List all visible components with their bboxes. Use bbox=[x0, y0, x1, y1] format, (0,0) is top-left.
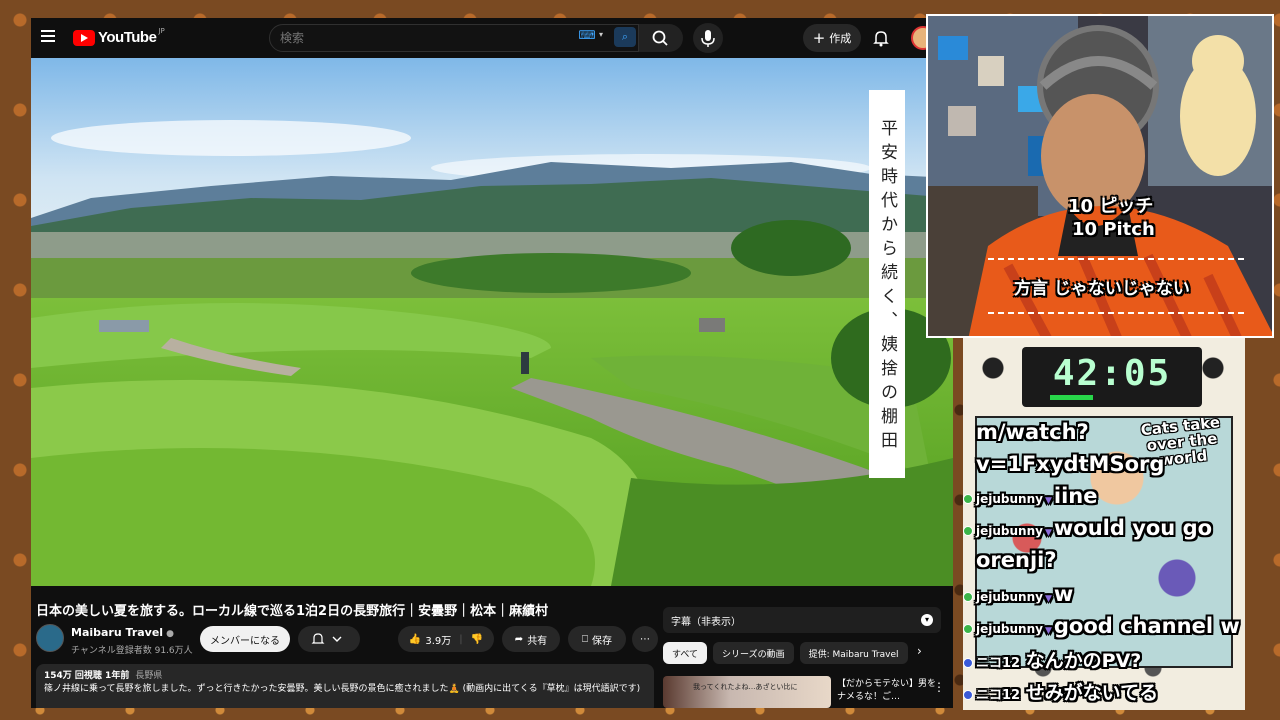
caption-line-3: 方言 じゃないじゃない bbox=[1014, 279, 1190, 299]
notifications-bell-icon[interactable] bbox=[871, 28, 891, 48]
chat-message: jejubunny ▼would you go bbox=[963, 516, 1212, 540]
location-tag[interactable]: 長野県 bbox=[135, 671, 162, 681]
chip-all[interactable]: すべて bbox=[663, 642, 708, 664]
search-input[interactable] bbox=[270, 25, 560, 51]
video-player[interactable]: 平安時代から続く、姨捨の棚田 bbox=[31, 58, 953, 586]
share-label: 共有 bbox=[527, 635, 548, 647]
recommended-video[interactable]: 我ってくれたよね…あざとい比に 【だからモテない】男をナメるな！ご… ⋮ bbox=[663, 676, 953, 708]
chevron-circle-icon: ▾ bbox=[921, 614, 933, 626]
chat-username: jejubunny bbox=[976, 524, 1043, 538]
chat-message: jejubunny ▼iine bbox=[963, 484, 1097, 508]
chat-message-text: w bbox=[1053, 582, 1074, 606]
user-badge-icon bbox=[963, 623, 973, 634]
moderator-icon: ▼ bbox=[1044, 626, 1052, 636]
chat-message: jejubunny ▼good channel w bbox=[963, 614, 1240, 638]
related-chips: すべて シリーズの動画 提供: Maibaru Travel bbox=[663, 642, 908, 666]
chat-username: ニコ12 bbox=[976, 688, 1021, 703]
youtube-logo[interactable]: YouTube JP bbox=[73, 26, 165, 46]
video-title: 日本の美しい夏を旅する。ローカル線で巡る1泊2日の長野旅行｜安曇野｜松本｜麻績村 bbox=[36, 604, 549, 619]
bookmark-icon: ⎕ bbox=[582, 633, 588, 645]
niconico-badge-icon bbox=[963, 657, 973, 668]
join-membership-button[interactable]: メンバーになる bbox=[200, 626, 290, 652]
subscriber-count: チャンネル登録者数 91.6万人 bbox=[71, 646, 193, 656]
chevron-right-icon[interactable]: › bbox=[917, 644, 922, 658]
video-side-title: 平安時代から続く、姨捨の棚田 bbox=[869, 90, 905, 478]
caption-line-2: 10 Pitch bbox=[1072, 219, 1155, 240]
chat-message: ニコ12 なんかのPV? bbox=[963, 646, 1141, 673]
user-badge-icon bbox=[963, 591, 973, 602]
timer-text: 42:05 bbox=[1052, 353, 1172, 394]
menu-icon[interactable] bbox=[41, 30, 55, 42]
search-button[interactable] bbox=[639, 24, 683, 52]
description-text: 篠ノ井線に乗って長野を旅しました。ずっと行きたかった安曇野。美しい長野の景色に癒… bbox=[44, 684, 641, 694]
subtitles-panel[interactable]: 字幕（非表示） ▾ bbox=[663, 607, 941, 633]
verified-icon: ● bbox=[166, 629, 174, 639]
subscription-bell-button[interactable] bbox=[298, 626, 360, 652]
chevron-down-icon[interactable]: ▾ bbox=[599, 30, 603, 39]
recommended-thumbnail[interactable]: 我ってくれたよね…あざとい比に bbox=[663, 676, 831, 708]
more-actions-icon[interactable]: ⋯ bbox=[632, 626, 658, 652]
create-label: 作成 bbox=[829, 32, 852, 45]
chat-message-text: iine bbox=[1053, 484, 1098, 508]
search-lens-icon[interactable]: ⌕ bbox=[614, 27, 636, 47]
chat-text-line: v=1FxydtMSorg bbox=[976, 452, 1165, 476]
caption-line-1: 10 ピッチ bbox=[1068, 196, 1154, 217]
bell-chevron-icon bbox=[311, 633, 342, 644]
chip-series[interactable]: シリーズの動画 bbox=[713, 642, 794, 664]
chat-username: ニコ12 bbox=[976, 656, 1021, 671]
recommended-title[interactable]: 【だからモテない】男をナメるな！ご… bbox=[837, 678, 937, 704]
chat-message: ニコ12 せみがないてる bbox=[963, 678, 1158, 705]
chat-message-text: good channel w bbox=[1053, 614, 1240, 638]
chat-message-text: せみがないてる bbox=[1025, 682, 1159, 704]
user-badge-icon bbox=[963, 525, 973, 536]
like-button[interactable]: 👍 3.9万 | 👎 bbox=[398, 626, 494, 652]
caption-divider bbox=[988, 258, 1244, 260]
mic-button[interactable] bbox=[693, 23, 723, 53]
logo-region: JP bbox=[158, 26, 165, 35]
view-stats: 154万 回視聴 1年前 bbox=[44, 671, 130, 681]
chat-text-line: orenji? bbox=[976, 548, 1057, 572]
webcam-feed: 10 ピッチ 10 Pitch 方言 じゃないじゃない bbox=[926, 14, 1274, 338]
timer-progress-bar bbox=[1050, 395, 1093, 400]
chat-username: jejubunny bbox=[976, 492, 1043, 506]
keyboard-icon[interactable]: ⌨ bbox=[577, 28, 597, 46]
chat-message: jejubunny ▼w bbox=[963, 582, 1073, 606]
channel-row: Maibaru Travel ● チャンネル登録者数 91.6万人 メンバーになる… bbox=[36, 624, 658, 660]
chat-text-line: m/watch? bbox=[976, 420, 1089, 444]
share-icon: ➦ bbox=[514, 633, 524, 645]
search-icon bbox=[652, 30, 668, 46]
niconico-badge-icon bbox=[963, 689, 973, 700]
moderator-icon: ▼ bbox=[1044, 496, 1052, 506]
subtitles-label: 字幕（非表示） bbox=[671, 616, 741, 628]
moderator-icon: ▼ bbox=[1044, 594, 1052, 604]
moderator-icon: ▼ bbox=[1044, 528, 1052, 538]
video-frame-landscape bbox=[31, 58, 953, 586]
like-count: 3.9万 bbox=[425, 635, 452, 647]
youtube-play-icon bbox=[73, 29, 95, 46]
channel-name[interactable]: Maibaru Travel ● bbox=[71, 626, 174, 639]
top-bar: YouTube JP ⌨ ▾ ⌕ + 作成 bbox=[31, 18, 953, 58]
chat-message-text: would you go bbox=[1053, 516, 1213, 540]
chat-username: jejubunny bbox=[976, 590, 1043, 604]
mic-icon bbox=[701, 30, 715, 47]
thumb-down-icon[interactable]: 👎 bbox=[471, 634, 483, 645]
channel-avatar[interactable] bbox=[36, 624, 64, 652]
caption-divider bbox=[988, 312, 1244, 314]
channel-name-text: Maibaru Travel bbox=[71, 626, 164, 639]
chat-username: jejubunny bbox=[976, 622, 1043, 636]
chat-message-text: なんかのPV? bbox=[1025, 650, 1142, 672]
share-button[interactable]: ➦ 共有 bbox=[502, 626, 560, 652]
user-badge-icon bbox=[963, 493, 973, 504]
logo-text: YouTube bbox=[98, 29, 157, 46]
save-button[interactable]: ⎕ 保存 bbox=[568, 626, 626, 652]
stream-timer: 42:05 bbox=[1022, 347, 1202, 407]
save-label: 保存 bbox=[592, 635, 612, 647]
chip-provided-by[interactable]: 提供: Maibaru Travel bbox=[799, 642, 908, 664]
create-button[interactable]: + 作成 bbox=[803, 24, 861, 52]
plus-icon: + bbox=[812, 29, 826, 47]
youtube-window: YouTube JP ⌨ ▾ ⌕ + 作成 bbox=[31, 18, 953, 708]
more-vert-icon[interactable]: ⋮ bbox=[933, 680, 945, 694]
description-box[interactable]: 154万 回視聴 1年前 長野県 篠ノ井線に乗って長野を旅しました。ずっと行きたか… bbox=[36, 664, 654, 708]
thumb-up-icon: 👍 bbox=[408, 633, 422, 645]
